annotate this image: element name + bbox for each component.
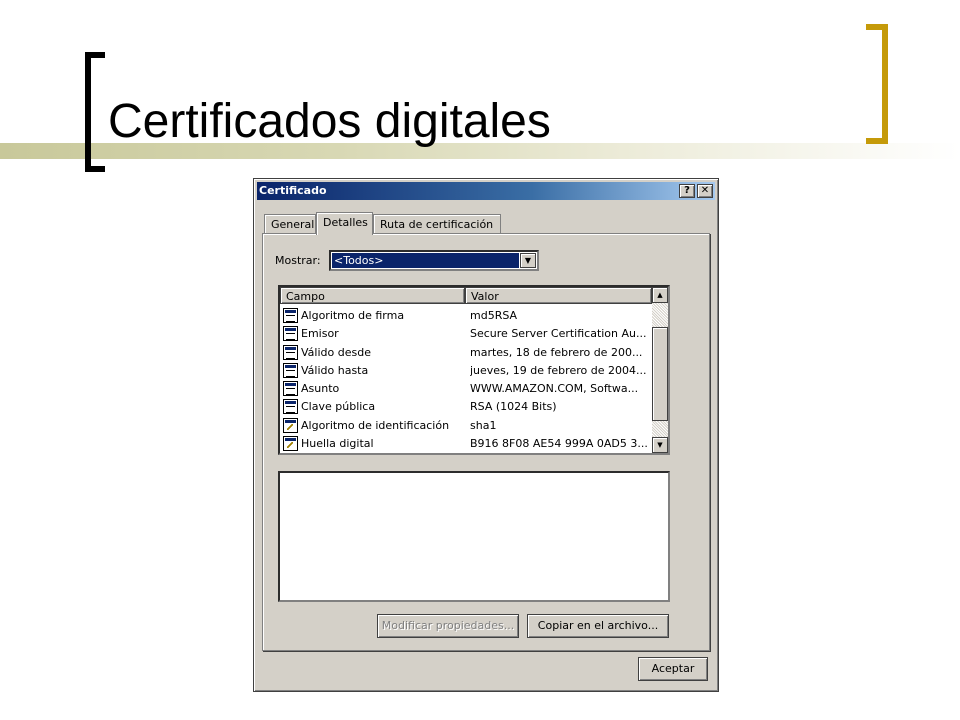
certificate-field-icon	[283, 326, 298, 342]
show-label: Mostrar:	[275, 254, 321, 267]
table-row[interactable]: Huella digital B916 8F08 AE54 999A 0AD5 …	[280, 435, 652, 453]
listview-rows: Algoritmo de firma md5RSA Emisor Secure …	[280, 307, 652, 453]
show-dropdown-value: <Todos>	[331, 252, 520, 269]
row-field: Válido hasta	[301, 363, 369, 377]
certificate-field-icon	[283, 381, 298, 397]
dialog-titlebar[interactable]: Certificado ? ✕	[257, 182, 715, 200]
copy-to-file-button[interactable]: Copiar en el archivo...	[527, 614, 669, 638]
scroll-up-icon[interactable]: ▲	[652, 287, 668, 303]
fields-listview[interactable]: Campo Valor Algoritmo de firma md5RSA Em…	[278, 285, 670, 455]
row-field: Algoritmo de identificación	[301, 418, 450, 432]
tab-ruta-certificacion[interactable]: Ruta de certificación	[373, 214, 501, 233]
close-icon: ✕	[700, 185, 710, 196]
table-row[interactable]: Válido desde martes, 18 de febrero de 20…	[280, 344, 652, 362]
certificate-dialog: Certificado ? ✕ General Detalles Ruta de…	[253, 178, 719, 692]
row-field: Algoritmo de firma	[301, 309, 405, 322]
modify-properties-button[interactable]: Modificar propiedades...	[377, 614, 519, 638]
left-bracket-decoration	[85, 52, 105, 172]
table-row[interactable]: Emisor Secure Server Certification Au...	[280, 325, 652, 343]
tab-general[interactable]: General	[264, 214, 316, 233]
accept-button[interactable]: Aceptar	[638, 657, 708, 681]
column-header-campo[interactable]: Campo	[280, 287, 465, 304]
certificate-extension-icon	[283, 417, 298, 433]
slide-title: Certificados digitales	[108, 95, 551, 148]
row-value: B916 8F08 AE54 999A 0AD5 3...	[470, 437, 648, 451]
row-value: martes, 18 de febrero de 200...	[470, 345, 643, 359]
help-button[interactable]: ?	[679, 184, 695, 198]
row-value: jueves, 19 de febrero de 2004...	[470, 363, 647, 377]
row-field: Emisor	[301, 327, 339, 341]
table-row[interactable]: Algoritmo de firma md5RSA	[280, 307, 652, 325]
row-value: RSA (1024 Bits)	[470, 400, 557, 414]
row-field: Huella digital	[301, 437, 374, 451]
certificate-extension-icon	[283, 436, 298, 452]
tab-detalles[interactable]: Detalles	[316, 212, 373, 235]
row-value: sha1	[470, 418, 497, 432]
field-detail-textbox[interactable]	[278, 471, 670, 602]
help-icon: ?	[684, 185, 690, 196]
listview-header: Campo Valor	[280, 287, 652, 304]
table-row[interactable]: Algoritmo de identificación sha1	[280, 417, 652, 435]
certificate-field-icon	[283, 344, 298, 360]
details-panel: Mostrar: <Todos> ▼ Campo Valor Algoritmo…	[262, 233, 710, 651]
certificate-field-icon	[283, 399, 298, 415]
row-field: Clave pública	[301, 400, 376, 414]
column-header-valor[interactable]: Valor	[465, 287, 652, 304]
row-field: Asunto	[301, 382, 340, 396]
right-bracket-decoration	[866, 24, 888, 144]
chevron-down-icon[interactable]: ▼	[520, 253, 536, 268]
show-dropdown[interactable]: <Todos> ▼	[329, 250, 539, 271]
scroll-thumb[interactable]	[652, 327, 668, 421]
row-field: Válido desde	[301, 345, 371, 359]
row-value: WWW.AMAZON.COM, Softwa...	[470, 382, 639, 396]
certificate-field-icon	[283, 362, 298, 378]
certificate-field-icon	[283, 308, 298, 323]
table-row[interactable]: Asunto WWW.AMAZON.COM, Softwa...	[280, 380, 652, 398]
scroll-down-icon[interactable]: ▼	[652, 437, 668, 453]
listview-scrollbar[interactable]: ▲ ▼	[652, 287, 668, 453]
dialog-title: Certificado	[259, 184, 327, 197]
row-value: md5RSA	[470, 309, 518, 322]
close-button[interactable]: ✕	[697, 184, 713, 198]
table-row[interactable]: Clave pública RSA (1024 Bits)	[280, 398, 652, 416]
table-row[interactable]: Válido hasta jueves, 19 de febrero de 20…	[280, 362, 652, 380]
row-value: Secure Server Certification Au...	[470, 327, 647, 341]
